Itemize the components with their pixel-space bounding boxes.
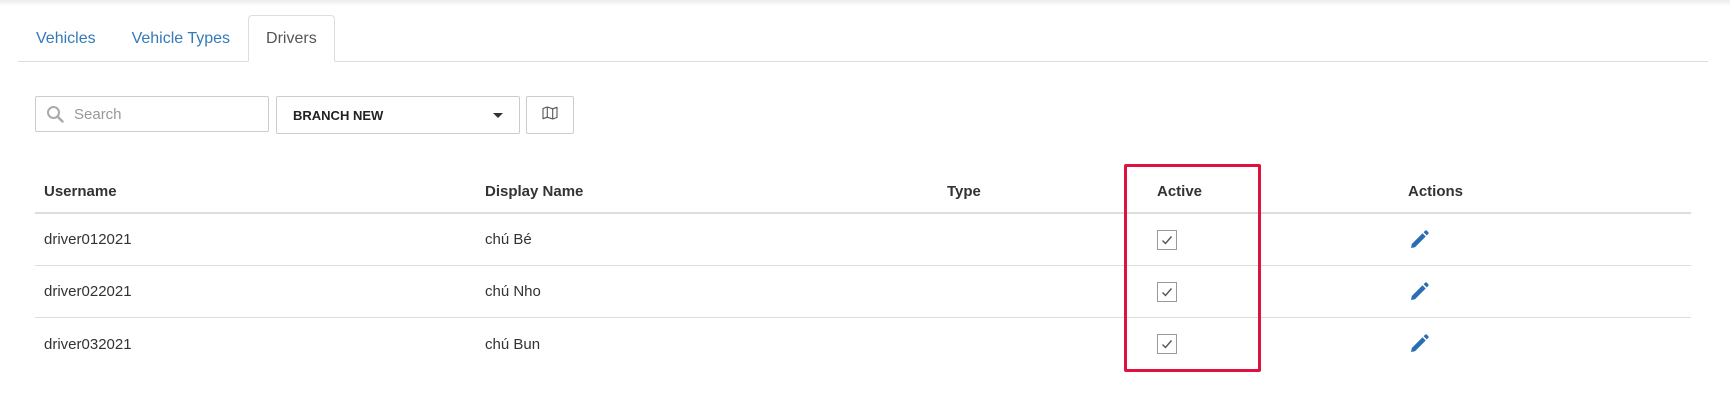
pencil-icon[interactable] xyxy=(1408,229,1430,251)
column-header-type[interactable]: Type xyxy=(947,170,981,212)
map-icon xyxy=(542,105,558,125)
tab-drivers[interactable]: Drivers xyxy=(248,15,335,62)
actions-cell xyxy=(1408,266,1430,317)
column-header-actions: Actions xyxy=(1408,182,1464,200)
display-name-cell: chú Bé xyxy=(485,231,532,248)
table-row: driver032021 chú Bun xyxy=(35,318,1691,370)
username-cell: driver012021 xyxy=(44,231,132,248)
table-row: driver012021 chú Bé xyxy=(35,214,1691,266)
check-icon xyxy=(1162,287,1173,297)
actions-cell xyxy=(1408,214,1430,265)
active-checkbox[interactable] xyxy=(1157,334,1177,354)
tab-vehicles[interactable]: Vehicles xyxy=(18,16,114,61)
search-input[interactable] xyxy=(72,104,256,124)
table-header-row: Username Display Name Type Active Action… xyxy=(35,170,1691,214)
actions-cell xyxy=(1408,318,1430,370)
check-icon xyxy=(1162,235,1173,245)
username-cell: driver022021 xyxy=(44,283,132,300)
username-cell: driver032021 xyxy=(44,335,132,353)
display-name-cell: chú Bun xyxy=(485,335,541,353)
table-row: driver022021 chú Nho xyxy=(35,266,1691,318)
search-box[interactable] xyxy=(35,96,269,132)
check-icon xyxy=(1162,340,1173,349)
active-checkbox[interactable] xyxy=(1157,229,1177,250)
tab-vehicle-types[interactable]: Vehicle Types xyxy=(114,16,248,61)
map-button[interactable] xyxy=(526,96,574,134)
search-icon xyxy=(44,103,66,125)
chevron-down-icon xyxy=(493,112,503,118)
display-name-cell: chú Nho xyxy=(485,283,541,300)
pencil-icon[interactable] xyxy=(1408,281,1430,303)
column-header-active[interactable]: Active xyxy=(1157,170,1202,212)
branch-select-value: BRANCH NEW xyxy=(293,107,384,123)
top-shadow xyxy=(0,0,1730,6)
active-checkbox[interactable] xyxy=(1157,281,1177,302)
drivers-table: Username Display Name Type Active Action… xyxy=(35,170,1691,370)
branch-select[interactable]: BRANCH NEW xyxy=(276,96,520,134)
tab-bar: Vehicles Vehicle Types Drivers xyxy=(18,15,1708,62)
pencil-icon[interactable] xyxy=(1408,333,1430,355)
column-header-display-name[interactable]: Display Name xyxy=(485,170,583,212)
active-cell xyxy=(1157,318,1177,370)
active-cell xyxy=(1157,266,1177,317)
active-cell xyxy=(1157,214,1177,265)
column-header-username[interactable]: Username xyxy=(44,170,117,212)
